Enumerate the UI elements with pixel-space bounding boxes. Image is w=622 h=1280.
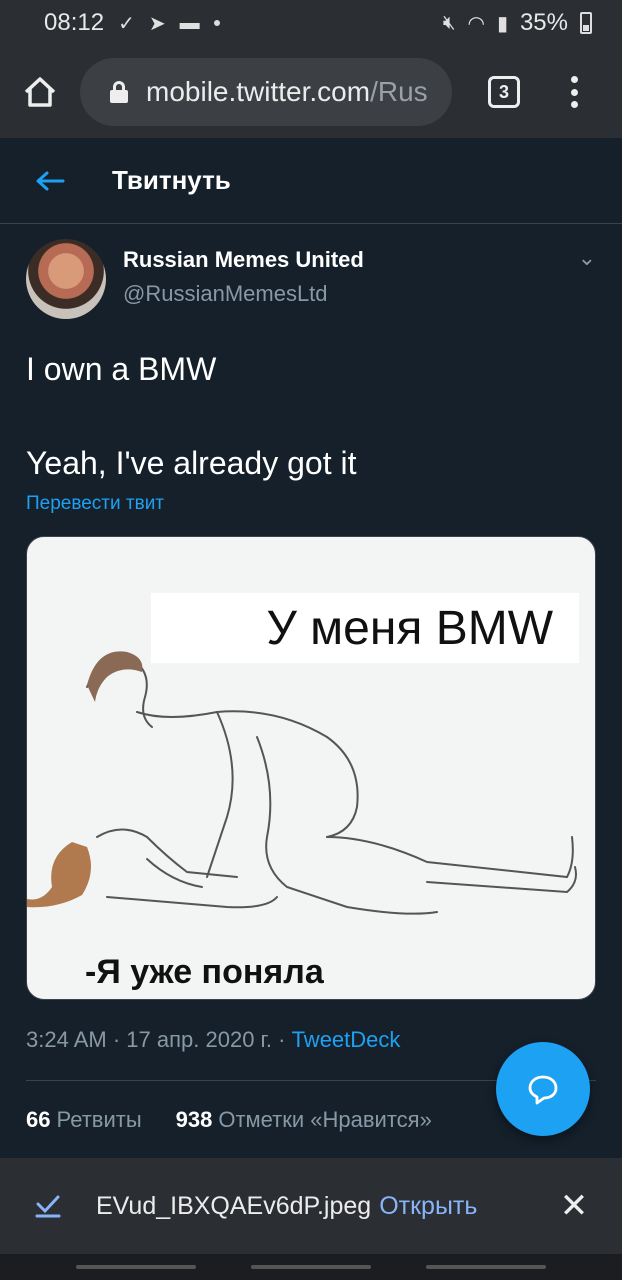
compose-tweet-button[interactable] xyxy=(496,1042,590,1136)
home-icon xyxy=(24,77,56,107)
arrow-left-icon xyxy=(36,171,65,190)
nav-handle[interactable] xyxy=(426,1265,546,1269)
translate-tweet-link[interactable]: Перевести твит xyxy=(26,493,164,515)
battery-icon xyxy=(580,12,592,34)
wifi-icon: ◠ xyxy=(467,12,485,35)
tweet-date: 17 апр. 2020 г. xyxy=(126,1027,272,1052)
tweet-source-link[interactable]: TweetDeck xyxy=(292,1027,401,1052)
author-name[interactable]: Russian Memes United xyxy=(123,247,364,273)
reply-bubble-icon xyxy=(528,1075,558,1105)
signal-icon: ▮ xyxy=(496,12,508,35)
page-header: Твитнуть xyxy=(0,138,622,224)
home-button[interactable] xyxy=(0,46,80,138)
lock-icon xyxy=(110,81,128,103)
nav-handle[interactable] xyxy=(251,1265,371,1269)
tweet-time: 3:24 AM xyxy=(26,1027,107,1052)
tweet-text-line: I own a BMW xyxy=(26,351,217,387)
image-caption-top: У меня BMW xyxy=(151,593,579,663)
tweet-meta: 3:24 AM · 17 апр. 2020 г. · TweetDeck xyxy=(26,1027,401,1052)
close-icon[interactable]: ✕ xyxy=(556,1184,592,1228)
tweet-author: Russian Memes United @RussianMemesLtd ⌄ xyxy=(26,239,596,319)
status-bar: 08:12 ✓ ➤ ▬ 🔇︎ ◠ ▮ 35% xyxy=(0,0,622,46)
tweet-stats: 66 Ретвиты 938 Отметки «Нравится» xyxy=(26,1107,432,1133)
chevron-down-icon[interactable]: ⌄ xyxy=(578,245,596,271)
nav-handle[interactable] xyxy=(76,1265,196,1269)
status-time: 08:12 xyxy=(44,9,105,36)
browser-toolbar: mobile.twitter.com/Rus 3 xyxy=(0,46,622,138)
download-complete-icon xyxy=(0,1158,96,1254)
tweet-text-line: Yeah, I've already got it xyxy=(26,445,357,481)
notification-dot-icon xyxy=(213,20,220,26)
likes-stat[interactable]: 938 Отметки «Нравится» xyxy=(176,1107,432,1133)
image-caption-bottom: -Я уже поняла xyxy=(85,953,324,991)
tweet-image[interactable]: У меня BMW -Я уже поняла xyxy=(26,536,596,1000)
author-handle[interactable]: @RussianMemesLtd xyxy=(123,281,328,307)
url-text: mobile.twitter.com/Rus xyxy=(146,76,428,107)
download-file-name: EVud_IBXQAEv6dP.jpeg xyxy=(96,1191,372,1220)
telegram-icon: ➤ xyxy=(148,12,166,35)
folder-icon: ▬ xyxy=(179,11,200,34)
download-done-icon: ✓ xyxy=(118,12,135,35)
mute-icon: 🔇︎ xyxy=(442,11,456,34)
page-title: Твитнуть xyxy=(112,165,231,195)
download-bar: EVud_IBXQAEv6dP.jpeg Открыть ✕ xyxy=(0,1158,622,1254)
tab-switcher-button[interactable]: 3 xyxy=(488,76,520,108)
retweets-stat[interactable]: 66 Ретвиты xyxy=(26,1107,142,1133)
avatar[interactable] xyxy=(26,239,106,319)
system-nav-bar xyxy=(0,1254,622,1280)
download-open-button[interactable]: Открыть xyxy=(379,1192,477,1221)
address-bar[interactable]: mobile.twitter.com/Rus xyxy=(80,58,452,126)
browser-menu-button[interactable] xyxy=(564,72,584,112)
battery-percent: 35% xyxy=(519,9,568,36)
back-button[interactable] xyxy=(0,138,100,224)
